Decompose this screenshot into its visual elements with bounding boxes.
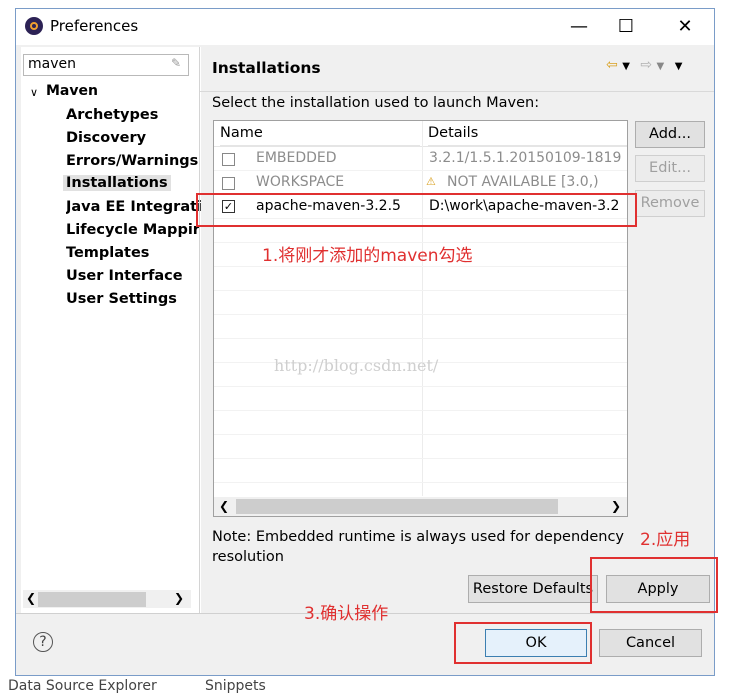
table-row: [214, 315, 627, 339]
table-row: [214, 435, 627, 459]
watermark-text: http://blog.csdn.net/: [274, 356, 439, 375]
help-icon[interactable]: ?: [33, 632, 53, 652]
installation-details: 3.2.1/1.5.1.20150109-1819: [429, 150, 622, 166]
forward-arrow-icon[interactable]: ⇨: [640, 57, 652, 73]
row-checkbox[interactable]: [222, 177, 235, 190]
table-row: [214, 387, 627, 411]
tree-item-user-settings[interactable]: User Settings: [66, 291, 201, 307]
history-navigation: ⇦ ▼ ⇨ ▼ ▼: [606, 57, 682, 73]
tree-item-java-ee-integration[interactable]: Java EE Integrati: [66, 199, 201, 215]
annotation-highlight-apply: [590, 557, 718, 613]
tree-item-installations[interactable]: Installations: [63, 175, 171, 191]
close-button[interactable]: ✕: [662, 9, 708, 45]
data-source-explorer-tab[interactable]: Data Source Explorer: [8, 678, 157, 694]
forward-menu-icon[interactable]: ▼: [657, 61, 665, 72]
window-title: Preferences: [50, 17, 139, 35]
remove-button[interactable]: Remove: [635, 190, 705, 217]
maximize-button[interactable]: ☐: [603, 9, 649, 45]
scroll-left-icon[interactable]: ❮: [26, 591, 36, 605]
clear-filter-icon[interactable]: ✎: [168, 56, 184, 72]
title-bar: Preferences — ☐ ✕: [16, 9, 714, 45]
eclipse-icon: [25, 17, 43, 35]
header-divider: [200, 91, 714, 92]
tree-scroll-thumb[interactable]: [38, 592, 146, 607]
installations-table: Name Details EMBEDDED 3.2.1/1.5.1.201501…: [213, 120, 628, 517]
tree-item-lifecycle-mappings[interactable]: Lifecycle Mappir: [66, 222, 201, 238]
minimize-button[interactable]: —: [556, 9, 602, 45]
installation-details: NOT AVAILABLE [3.0,): [447, 174, 599, 190]
scroll-left-icon[interactable]: ❮: [219, 499, 229, 513]
restore-defaults-button[interactable]: Restore Defaults: [468, 575, 598, 603]
table-row[interactable]: EMBEDDED 3.2.1/1.5.1.20150109-1819: [214, 147, 627, 171]
tree-node-maven[interactable]: Maven: [46, 83, 98, 99]
tree-item-user-interface[interactable]: User Interface: [66, 268, 201, 284]
annotation-step-3: 3.确认操作: [304, 604, 389, 624]
annotation-step-1: 1.将刚才添加的maven勾选: [262, 246, 473, 266]
scroll-right-icon[interactable]: ❯: [174, 591, 184, 605]
edit-button[interactable]: Edit...: [635, 155, 705, 182]
background-tab-strip: Data Source Explorer Snippets: [0, 678, 739, 694]
tree-item-errors-warnings[interactable]: Errors/Warnings: [66, 153, 201, 169]
table-row[interactable]: WORKSPACE ⚠ NOT AVAILABLE [3.0,): [214, 171, 627, 195]
note-text: Note: Embedded runtime is always used fo…: [212, 529, 625, 565]
table-scroll-thumb[interactable]: [236, 499, 558, 514]
add-button[interactable]: Add...: [635, 121, 705, 148]
column-header-details[interactable]: Details: [428, 121, 627, 146]
pane-divider[interactable]: [199, 47, 200, 613]
annotation-step-2: 2.应用: [640, 530, 691, 550]
row-checkbox[interactable]: [222, 153, 235, 166]
column-header-name[interactable]: Name: [220, 121, 420, 146]
tree-item-archetypes[interactable]: Archetypes: [66, 107, 201, 123]
annotation-highlight-ok: [454, 622, 592, 664]
table-row: [214, 291, 627, 315]
snippets-tab[interactable]: Snippets: [205, 678, 266, 694]
tree-item-discovery[interactable]: Discovery: [66, 130, 201, 146]
back-menu-icon[interactable]: ▼: [622, 61, 630, 72]
scroll-right-icon[interactable]: ❯: [611, 499, 621, 513]
page-title: Installations: [212, 59, 321, 77]
installation-name: WORKSPACE: [256, 174, 345, 190]
tree-item-templates[interactable]: Templates: [66, 245, 201, 261]
table-row: [214, 267, 627, 291]
installation-name: EMBEDDED: [256, 150, 337, 166]
chevron-down-icon[interactable]: ∨: [30, 86, 38, 99]
back-arrow-icon[interactable]: ⇦: [606, 57, 618, 73]
table-row: [214, 411, 627, 435]
cancel-button[interactable]: Cancel: [599, 629, 702, 657]
warning-icon: ⚠: [426, 175, 436, 188]
view-menu-icon[interactable]: ▼: [675, 61, 683, 72]
instruction-text: Select the installation used to launch M…: [212, 95, 540, 111]
table-row: [214, 459, 627, 483]
annotation-highlight-row: [196, 193, 637, 227]
filter-input[interactable]: maven: [23, 54, 189, 76]
